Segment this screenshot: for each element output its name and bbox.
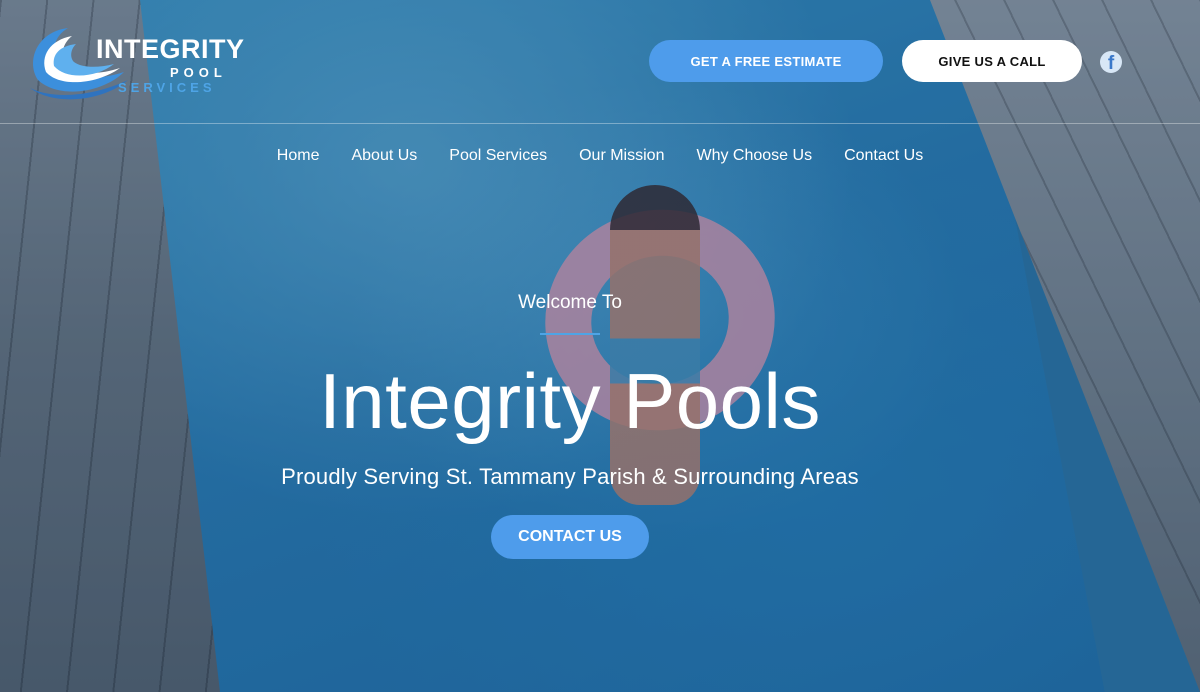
logo-pool-text: POOL <box>170 65 227 80</box>
site-header: INTEGRITY POOL SERVICES GET A FREE ESTIM… <box>0 0 1200 124</box>
nav-contact-us[interactable]: Contact Us <box>828 144 939 168</box>
nav-our-mission[interactable]: Our Mission <box>563 144 680 168</box>
hero-title: Integrity Pools <box>319 357 821 445</box>
nav-pool-services[interactable]: Pool Services <box>433 144 563 168</box>
call-us-button[interactable]: GIVE US A CALL <box>902 40 1082 82</box>
facebook-icon[interactable]: f <box>1100 51 1122 73</box>
header-divider <box>0 123 1200 124</box>
main-nav: Home About Us Pool Services Our Mission … <box>0 144 1200 168</box>
nav-home[interactable]: Home <box>261 144 336 168</box>
hero-section: INTEGRITY POOL SERVICES GET A FREE ESTIM… <box>0 0 1200 692</box>
hero-subtitle: Proudly Serving St. Tammany Parish & Sur… <box>281 464 859 489</box>
logo-wordmark: INTEGRITY <box>96 34 245 64</box>
free-estimate-button[interactable]: GET A FREE ESTIMATE <box>649 40 883 82</box>
nav-why-choose-us[interactable]: Why Choose Us <box>680 144 828 168</box>
logo-services-text: SERVICES <box>118 80 216 95</box>
site-logo[interactable]: INTEGRITY POOL SERVICES <box>24 22 254 102</box>
nav-about-us[interactable]: About Us <box>335 144 433 168</box>
welcome-underline <box>540 333 600 335</box>
contact-us-button[interactable]: CONTACT US <box>491 515 649 559</box>
welcome-text: Welcome To <box>518 292 622 313</box>
